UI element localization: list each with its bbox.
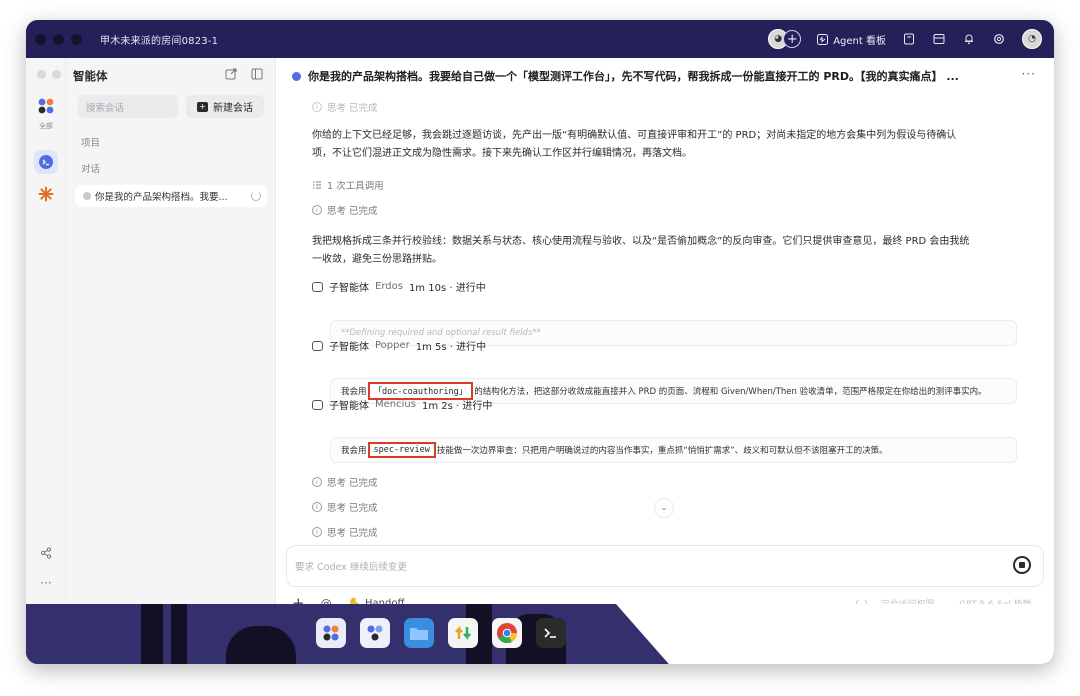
- subagent-header[interactable]: 子智能体 Mencius 1m 2s · 进行中: [312, 397, 492, 412]
- thinking-row[interactable]: i 思考 已完成: [312, 100, 378, 114]
- share-icon[interactable]: [34, 541, 58, 565]
- scroll-to-bottom-button[interactable]: ⌄: [654, 498, 674, 518]
- thinking-row[interactable]: i 思考 已完成: [312, 475, 378, 489]
- thinking-icon: i: [312, 102, 322, 112]
- window-dot[interactable]: [37, 70, 46, 79]
- open-external-icon[interactable]: [225, 68, 237, 80]
- window-dot[interactable]: [52, 70, 61, 79]
- icon-rail: 全部 ···: [26, 58, 76, 604]
- rail-all-label: 全部: [39, 122, 53, 130]
- sidebar-header-actions: [225, 68, 263, 80]
- agent-board-button[interactable]: Agent 看板: [817, 32, 886, 47]
- chrome-dock-icon[interactable]: [492, 618, 522, 648]
- title-bar-actions: ◕ + Agent 看板 ◔: [768, 20, 1042, 58]
- wallpaper-shape: [171, 604, 187, 664]
- thinking-row[interactable]: i 思考 已完成: [312, 203, 378, 217]
- collaborators[interactable]: ◕ +: [768, 29, 802, 49]
- subagent-output-box: 我会用 spec-review 技能做一次边界审查：只把用户明确说过的内容当作事实，…: [330, 437, 1017, 463]
- search-input[interactable]: 搜索会话: [78, 95, 178, 118]
- thinking-icon: i: [312, 502, 322, 512]
- finder-folder-dock-icon[interactable]: [404, 618, 434, 648]
- robot-icon: [312, 399, 323, 410]
- double-chevron-down-icon: ⌄: [660, 503, 668, 513]
- thinking-icon: i: [312, 205, 322, 215]
- new-chat-icon: +: [197, 101, 208, 112]
- agent-dot-icon: [292, 71, 301, 81]
- tool-list-icon: [313, 181, 321, 189]
- codex-agent-icon[interactable]: [34, 150, 58, 174]
- app-window: 甲木未来派的房间0823-1 ◕ + Agent 看板 ◔ 全部 ··· 智能体…: [26, 20, 1054, 664]
- agent-board-icon: [817, 33, 829, 45]
- tool-calls-row[interactable]: 1 次工具调用: [312, 178, 384, 192]
- new-chat-button[interactable]: + 新建会话: [186, 95, 264, 118]
- composer-input[interactable]: 要求 Codex 继续后续变更: [295, 559, 407, 573]
- conversation-title: 你是我的产品架构搭档。我要...: [95, 192, 228, 203]
- new-chat-label: 新建会话: [213, 103, 253, 114]
- robot-icon: [312, 281, 323, 292]
- assistant-paragraph-1: 你给的上下文已经足够，我会跳过逐题访谈，先产出一版“有明确默认值、可直接评审和开…: [312, 130, 957, 159]
- app-body: 全部 ··· 智能体 搜索会话 + 新建会话 项目 对话 你是我的产品架构搭档。…: [26, 58, 1054, 612]
- layout-icon[interactable]: [932, 32, 946, 46]
- stop-button[interactable]: [1013, 556, 1031, 574]
- wallpaper-shape: [616, 604, 1054, 664]
- message-composer[interactable]: 要求 Codex 继续后续变更: [286, 545, 1044, 587]
- all-agents-icon[interactable]: [34, 94, 58, 118]
- thinking-row[interactable]: i 思考 已完成: [312, 500, 378, 514]
- minimize-window-button[interactable]: [53, 33, 64, 45]
- highlighted-skill-tag: spec-review: [367, 442, 436, 458]
- agent-app-dock-icon[interactable]: [316, 618, 346, 648]
- close-window-button[interactable]: [35, 33, 46, 45]
- thinking-icon: i: [312, 477, 322, 487]
- terminal-dock-icon[interactable]: [536, 618, 566, 648]
- assistant-paragraph-2: 我把规格拆成三条并行校验线：数据关系与状态、核心使用流程与验收、以及“是否偷加概…: [312, 236, 970, 265]
- conversation-status-dot: [83, 192, 91, 200]
- conversation-item[interactable]: 你是我的产品架构搭档。我要...: [75, 185, 267, 207]
- room-title: 甲木未来派的房间0823-1: [100, 35, 219, 47]
- traffic-lights: [35, 33, 82, 45]
- wallpaper-shape: [141, 604, 163, 664]
- sidebar-title: 智能体: [73, 69, 108, 83]
- stop-icon: [1019, 562, 1025, 568]
- transfer-dock-icon[interactable]: [448, 618, 478, 648]
- more-options-button[interactable]: ···: [1022, 67, 1036, 81]
- robot-icon: [312, 340, 323, 351]
- settings-gear-icon[interactable]: [992, 32, 1006, 46]
- add-collaborator-button[interactable]: +: [783, 30, 802, 48]
- main-panel: 你是我的产品架构搭档。我要给自己做一个「模型测评工作台」，先不写代码，帮我拆成一…: [276, 58, 1054, 612]
- dock-apps: [316, 618, 566, 648]
- desktop-dock-area: [26, 604, 1054, 664]
- agent-hub-dock-icon[interactable]: [360, 618, 390, 648]
- claude-agent-icon[interactable]: [34, 182, 58, 206]
- thinking-row[interactable]: i 思考 已完成: [312, 525, 378, 539]
- conversation-title-bar: 你是我的产品架构搭档。我要给自己做一个「模型测评工作台」，先不写代码，帮我拆成一…: [292, 68, 1032, 84]
- subagent-header[interactable]: 子智能体 Popper 1m 5s · 进行中: [312, 338, 486, 353]
- sidebar: 智能体 搜索会话 + 新建会话 项目 对话 你是我的产品架构搭档。我要...: [66, 58, 276, 604]
- thinking-icon: i: [312, 527, 322, 537]
- sidebar-toggle-icon[interactable]: [251, 68, 263, 80]
- wallpaper-shape: [226, 626, 296, 664]
- user-avatar[interactable]: ◔: [1022, 29, 1042, 49]
- maximize-window-button[interactable]: [71, 33, 82, 45]
- more-icon[interactable]: ···: [34, 571, 58, 595]
- bell-icon[interactable]: [962, 32, 976, 46]
- title-bar: 甲木未来派的房间0823-1 ◕ + Agent 看板 ◔: [26, 20, 1054, 58]
- loading-spinner-icon: [251, 191, 261, 201]
- subagent-header[interactable]: 子智能体 Erdos 1m 10s · 进行中: [312, 279, 486, 294]
- conversation-heading: 你是我的产品架构搭档。我要给自己做一个「模型测评工作台」，先不写代码，帮我拆成一…: [308, 70, 959, 83]
- section-conversations[interactable]: 对话: [81, 161, 100, 175]
- section-projects[interactable]: 项目: [81, 135, 100, 149]
- notes-icon[interactable]: [902, 32, 916, 46]
- agent-board-label: Agent 看板: [833, 35, 886, 47]
